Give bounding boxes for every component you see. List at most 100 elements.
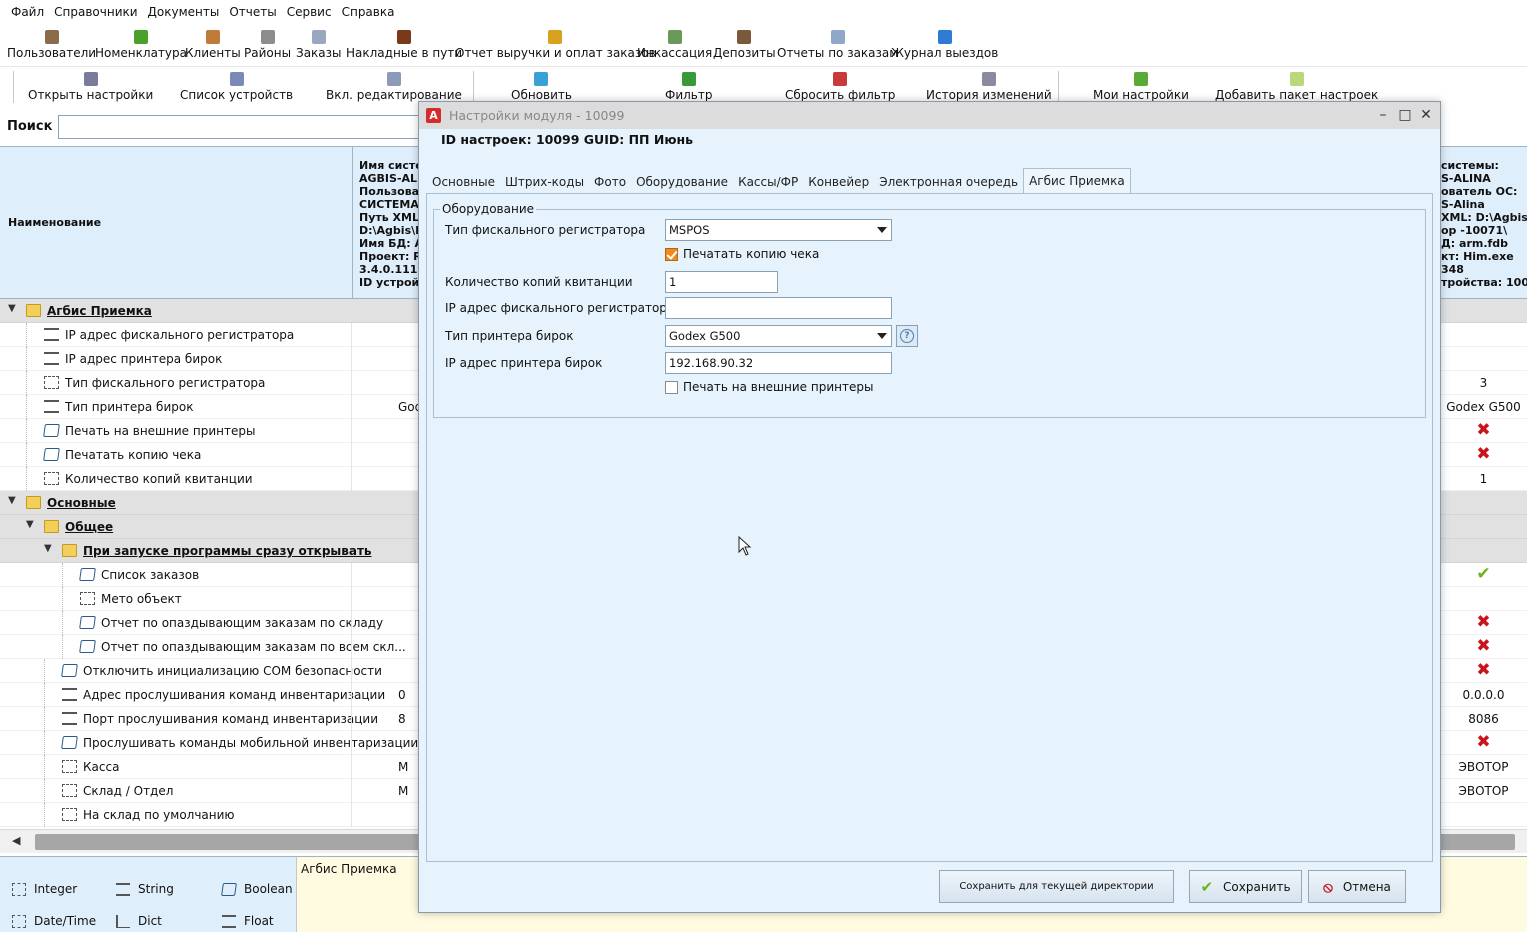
column-divider (351, 779, 352, 803)
column-divider (351, 395, 352, 419)
check-icon: ✔ (1476, 564, 1491, 584)
printer-ip-input[interactable]: 192.168.90.32 (665, 352, 892, 374)
tab-3[interactable]: Оборудование (631, 168, 733, 194)
toolbar-button-icon (830, 30, 845, 44)
menu-item[interactable]: Справка (337, 5, 400, 19)
toolbar-button[interactable]: Список устройств (180, 67, 293, 107)
integer-icon (44, 376, 59, 389)
tab-6[interactable]: Электронная очередь (874, 168, 1023, 194)
close-icon[interactable]: ✕ (1416, 106, 1436, 124)
toolbar-button-label: Мои настройки (1093, 88, 1189, 102)
column-divider (351, 467, 352, 491)
cross-icon: ✖ (1476, 636, 1491, 656)
print-copy-checkbox[interactable]: Печатать копию чека (665, 247, 819, 261)
device-info-line: кт: Him.exe (1441, 250, 1514, 263)
toolbar-button[interactable]: Журнал выездов (891, 25, 998, 65)
save-button[interactable]: ✔ Сохранить (1189, 870, 1302, 903)
checkmark-icon: ✔ (1200, 877, 1214, 896)
tab-content-agbis-priemka: Оборудование Тип фискального регистратор… (426, 193, 1433, 862)
toolbar-button[interactable]: Клиенты (185, 25, 241, 65)
tab-4[interactable]: Кассы/ФР (733, 168, 803, 194)
printer-type-select[interactable]: Godex G500 (665, 325, 892, 347)
chevron-down-icon[interactable]: ▼ (8, 495, 16, 506)
chevron-down-icon[interactable]: ▼ (44, 543, 52, 554)
float-icon (222, 914, 236, 928)
toolbar-button[interactable]: Депозиты (713, 25, 776, 65)
tab-7[interactable]: Агбис Приемка (1023, 168, 1131, 194)
external-print-checkbox[interactable]: Печать на внешние принтеры (665, 380, 873, 394)
column-divider (351, 347, 352, 371)
setting-name: Тип фискального регистратора (65, 376, 266, 390)
column-header-device-2[interactable]: системы: S-ALINA ователь ОС: S-Alina XML: D:… (1440, 147, 1527, 299)
chevron-down-icon[interactable]: ▼ (26, 519, 34, 530)
tree-guide (26, 395, 27, 419)
menu-item[interactable]: Справочники (49, 5, 142, 19)
setting-name: Тип принтера бирок (65, 400, 194, 414)
boolean-icon (61, 736, 78, 749)
toolbar-button[interactable]: Районы (244, 25, 291, 65)
setting-name: IP адрес фискального регистратора (65, 328, 295, 342)
legend-string-label: String (138, 882, 174, 896)
column-divider (351, 659, 352, 683)
toolbar-button-icon (311, 30, 326, 44)
dialog-titlebar[interactable]: A Настройки модуля - 10099 – □ ✕ (419, 102, 1440, 129)
column-divider (351, 635, 352, 659)
toolbar-button[interactable]: Инкассация (637, 25, 712, 65)
setting-name: Порт прослушивания команд инвентаризации (83, 712, 379, 726)
tree-guide (44, 731, 45, 755)
chevron-down-icon[interactable]: ▼ (8, 303, 16, 314)
device-info-line: СИСТЕМА (359, 198, 418, 211)
menu-item[interactable]: Документы (143, 5, 225, 19)
toolbar-button[interactable]: Номенклатура (95, 25, 187, 65)
scroll-left-arrow-icon[interactable]: ◀ (12, 834, 20, 847)
toolbar-button-icon (981, 72, 996, 86)
menu-item[interactable]: Файл (6, 5, 49, 19)
toolbar-button[interactable]: Накладные в пути (346, 25, 462, 65)
tab-1[interactable]: Штрих-коды (500, 168, 589, 194)
toolbar-button[interactable]: Отчеты по заказам (777, 25, 898, 65)
cancel-button[interactable]: ⦸ Отмена (1308, 870, 1406, 903)
fiscal-type-select[interactable]: MSPOS (665, 219, 892, 241)
copies-input[interactable]: 1 (665, 271, 778, 293)
toolbar-button-label: Вкл. редактирование (326, 88, 462, 102)
checkbox-icon[interactable] (665, 380, 678, 394)
fiscal-ip-input[interactable] (665, 297, 892, 319)
toolbar-button-label: Инкассация (637, 46, 713, 60)
device-1-value: 8 (398, 712, 406, 726)
printer-help-button[interactable]: ? (896, 325, 918, 347)
string-icon (116, 882, 130, 896)
tab-5[interactable]: Конвейер (803, 168, 874, 194)
main-toolbar: Пользователи Номенклатура Клиенты Районы Зак… (0, 25, 1527, 65)
column-header-device-1[interactable]: Имя систеAGBIS-ALIПользоватСИСТЕМАПуть X… (352, 147, 418, 299)
column-header-name[interactable]: Наименование (8, 216, 101, 229)
toolbar-button-icon (260, 30, 275, 44)
checkbox-icon[interactable] (665, 247, 678, 261)
toolbar-button-label: Заказы (296, 46, 342, 60)
cross-icon: ✖ (1476, 444, 1491, 464)
device-info-line: XML: D:\Agbis\R (1441, 211, 1527, 224)
toolbar-separator (473, 71, 474, 103)
search-input[interactable] (58, 115, 428, 139)
toolbar-button[interactable]: Открыть настройки (28, 67, 153, 107)
column-divider (351, 587, 352, 611)
print-copy-label: Печатать копию чека (683, 247, 820, 261)
device-info-line: Д: arm.fdb (1441, 237, 1509, 250)
save-for-directory-button[interactable]: Сохранить для текущей директории (939, 870, 1174, 903)
mouse-cursor-icon (738, 536, 752, 556)
menu-bar: Файл Справочники Документы Отчеты Сервис Спра… (0, 0, 1527, 24)
toolbar-button-label: Депозиты (713, 46, 776, 60)
maximize-icon[interactable]: □ (1395, 106, 1415, 124)
toolbar-button[interactable]: Пользователи (7, 25, 96, 65)
toolbar-button[interactable]: Отчет выручки и оплат заказов (455, 25, 656, 65)
toolbar-button[interactable]: Заказы (296, 25, 342, 65)
printer-type-label: Тип принтера бирок (445, 329, 574, 343)
toolbar-button-icon (386, 72, 401, 86)
menu-item[interactable]: Сервис (282, 5, 337, 19)
integer-icon (80, 592, 95, 605)
legend-float-label: Float (244, 914, 274, 928)
minimize-icon[interactable]: – (1373, 106, 1393, 124)
boolean-icon (61, 664, 78, 677)
menu-item[interactable]: Отчеты (224, 5, 281, 19)
tab-2[interactable]: Фото (589, 168, 631, 194)
tab-0[interactable]: Основные (427, 168, 500, 194)
